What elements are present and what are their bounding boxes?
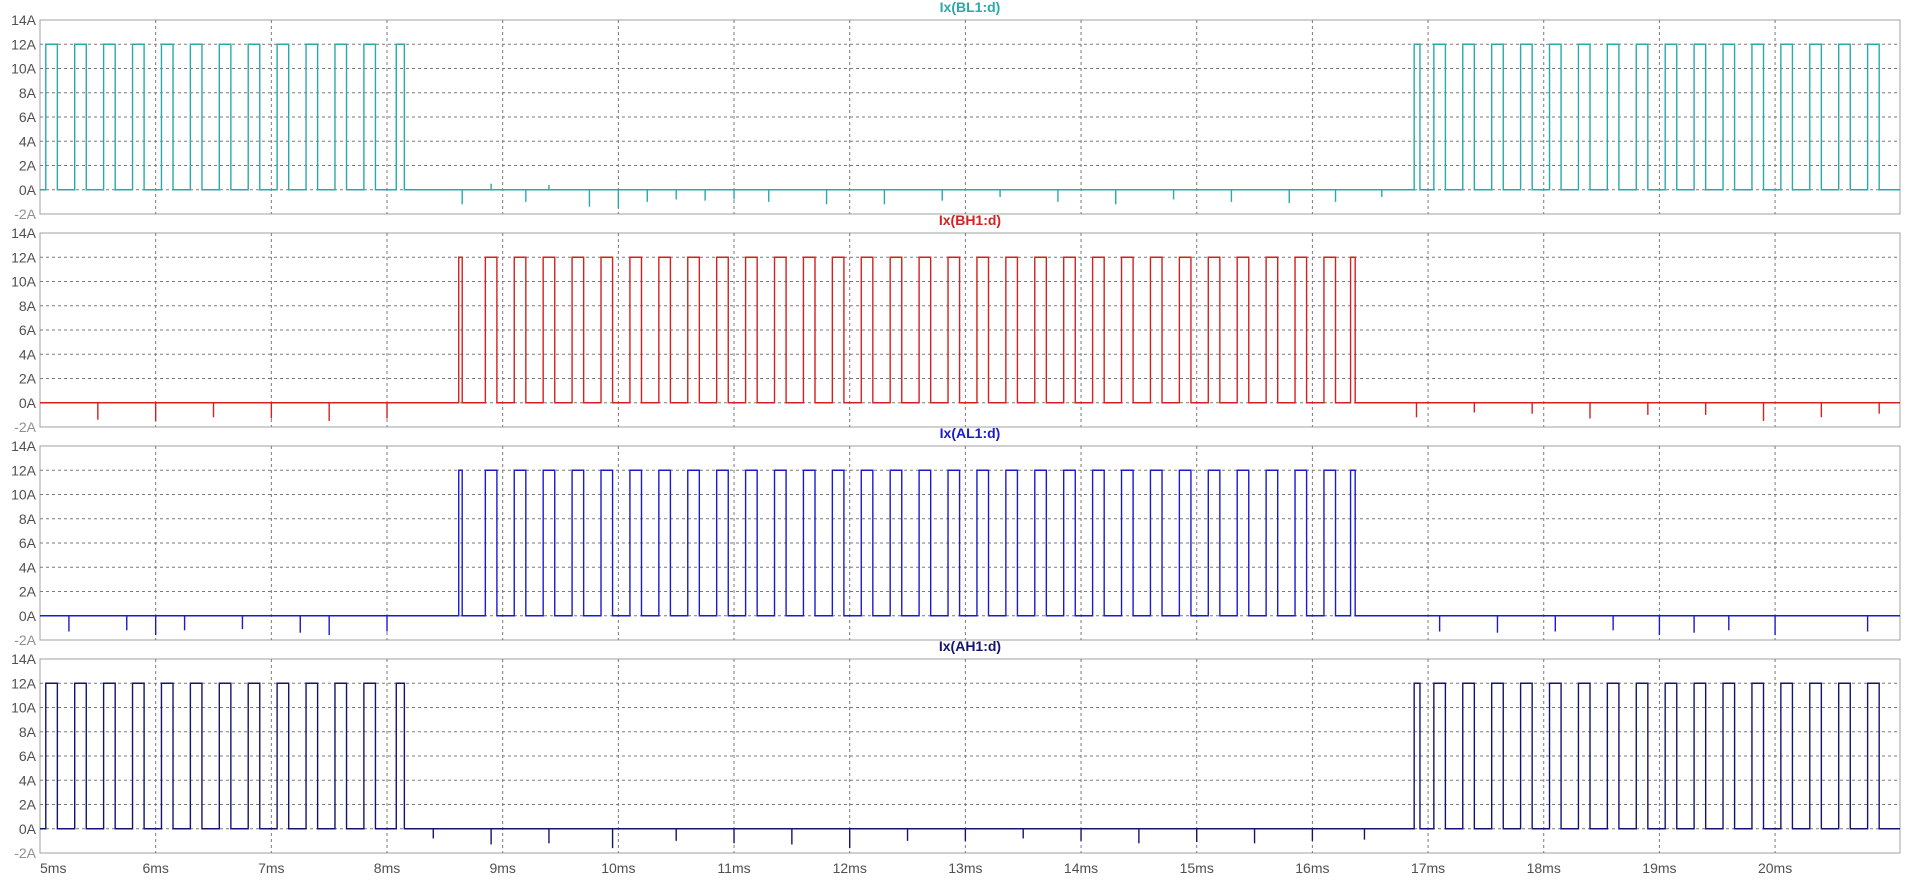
panel-title: Ix(AH1:d) [939,638,1001,654]
y-tick-label: -2A [14,632,36,648]
x-tick-label: 11ms [717,860,750,876]
y-tick-label: -2A [14,845,36,861]
y-tick-label: 14A [11,225,37,241]
waveform-plot-svg: -2A 0A 2A 4A 6A 8A 10A 12A 14A Ix(BL1:d) -2A 0A 2A 4A… [11,0,1901,876]
y-tick-label: 12A [11,249,37,265]
panel-1: -2A 0A 2A 4A 6A 8A 10A 12A 14A Ix(BL1:d) [11,0,1901,222]
x-tick-label: 12ms [833,860,867,876]
panel-4: -2A 0A 2A 4A 6A 8A 10A 12A 14A Ix(AH1:d) [11,638,1901,861]
y-tick-label: 14A [11,12,37,28]
y-tick-label: 12A [11,36,37,52]
y-tick-label: 2A [19,584,37,600]
x-tick-label: 17ms [1411,860,1445,876]
y-tick-label: 6A [19,535,37,551]
panel-title: Ix(BL1:d) [940,0,1001,15]
x-tick-label: 6ms [142,860,168,876]
y-tick-label: 4A [19,133,37,149]
y-tick-label: 6A [19,748,37,764]
y-tick-label: 4A [19,346,37,362]
x-tick-label: 14ms [1064,860,1098,876]
x-tick-label: 20ms [1758,860,1792,876]
y-tick-label: 14A [11,438,37,454]
y-tick-label: 4A [19,559,37,575]
y-tick-label: 0A [19,395,37,411]
y-tick-label: 0A [19,821,37,837]
y-tick-label: -2A [14,419,36,435]
y-tick-label: 2A [19,158,37,174]
y-tick-label: 2A [19,371,37,387]
x-tick-label: 15ms [1180,860,1214,876]
x-tick-label: 13ms [948,860,982,876]
x-tick-label: 9ms [489,860,515,876]
x-tick-label: 10ms [601,860,635,876]
y-tick-label: 6A [19,109,37,125]
y-tick-label: 10A [11,700,37,716]
y-tick-label: 2A [19,797,37,813]
y-tick-label: 4A [19,772,37,788]
x-tick-label: 19ms [1642,860,1676,876]
y-tick-label: 8A [19,724,37,740]
y-tick-label: 10A [11,274,37,290]
x-tick-label: 18ms [1527,860,1561,876]
y-tick-label: 10A [11,487,37,503]
waveform-plot: -2A 0A 2A 4A 6A 8A 10A 12A 14A Ix(BL1:d) -2A 0A 2A 4A… [0,0,1920,885]
y-tick-label: -2A [14,206,36,222]
y-tick-label: 6A [19,322,37,338]
y-tick-label: 8A [19,85,37,101]
y-tick-label: 0A [19,182,37,198]
y-tick-label: 12A [11,462,37,478]
y-tick-label: 14A [11,651,37,667]
panel-3: -2A 0A 2A 4A 6A 8A 10A 12A 14A Ix(AL1:d) [11,425,1901,648]
panel-title: Ix(BH1:d) [939,212,1001,228]
panel-2: -2A 0A 2A 4A 6A 8A 10A 12A 14A Ix(BH1:d) [11,212,1901,435]
y-tick-label: 8A [19,298,37,314]
panel-title: Ix(AL1:d) [940,425,1001,441]
y-tick-label: 0A [19,608,37,624]
y-tick-label: 8A [19,511,37,527]
x-tick-label: 8ms [374,860,400,876]
x-tick-label: 16ms [1295,860,1329,876]
y-tick-label: 12A [11,675,37,691]
y-tick-label: 10A [11,61,37,77]
x-tick-label: 5ms [40,860,66,876]
x-tick-label: 7ms [258,860,284,876]
